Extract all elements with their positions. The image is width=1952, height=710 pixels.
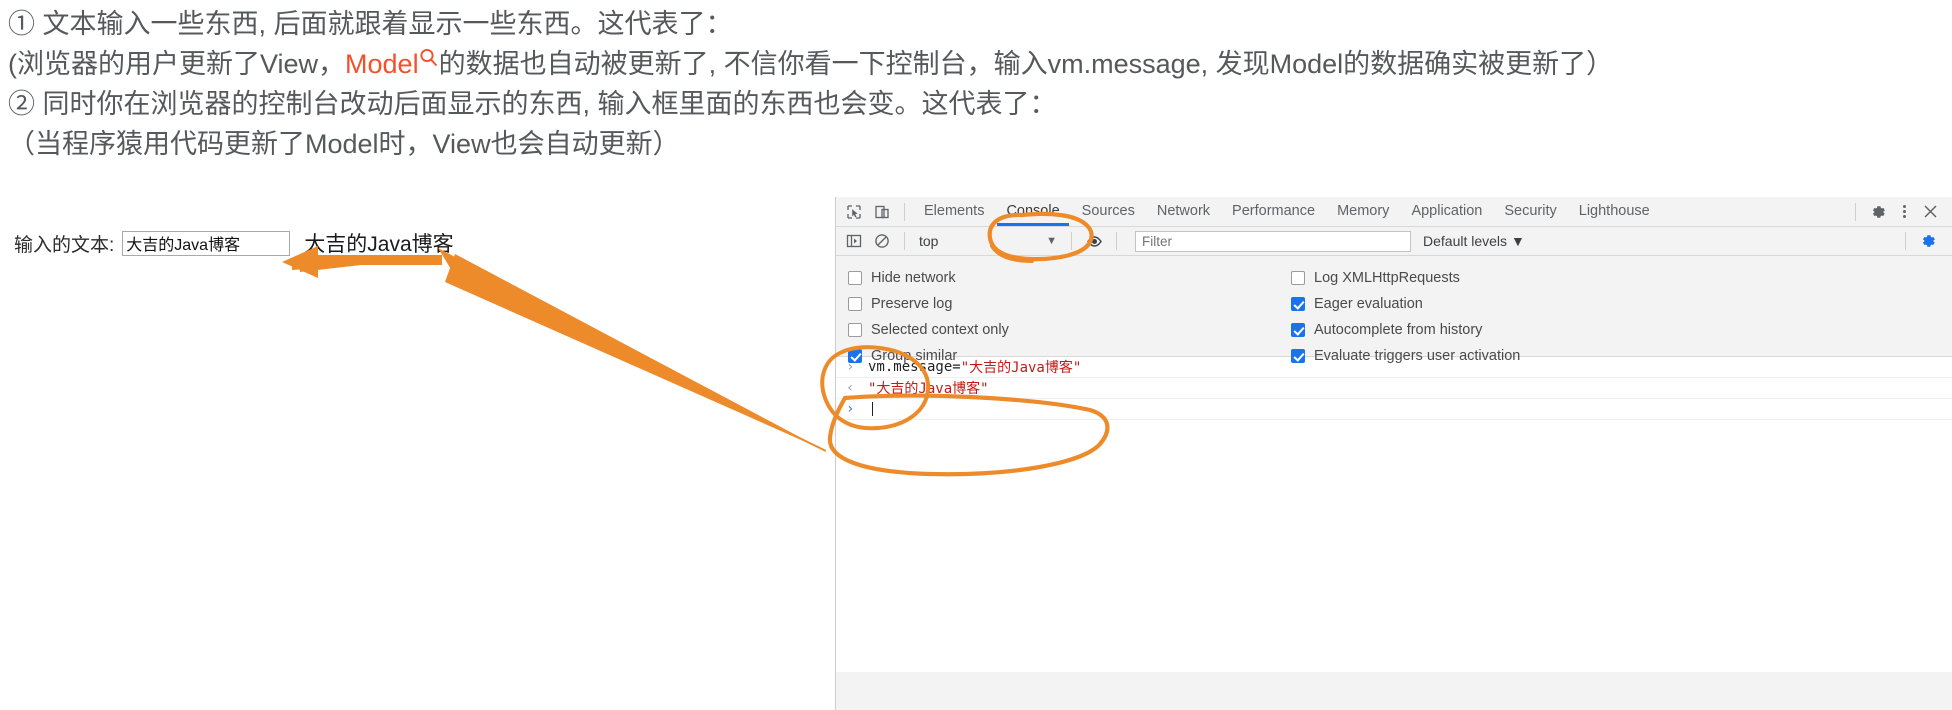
filterbar-divider-4 — [1905, 232, 1906, 250]
settings-gear-icon[interactable] — [1865, 200, 1891, 224]
chevron-down-icon: ▼ — [1510, 233, 1525, 249]
live-expression-icon[interactable] — [1081, 229, 1107, 253]
console-log-area[interactable]: › vm.message= "大吉的Java博客" ‹ "大吉的Java博客" … — [836, 357, 1952, 672]
setting-log-xmlhttprequests[interactable]: Log XMLHttpRequests — [1291, 265, 1520, 291]
chevron-down-icon: ▼ — [1046, 235, 1057, 247]
input-label: 输入的文本: — [14, 234, 115, 256]
search-icon — [419, 40, 439, 67]
inspect-element-icon[interactable] — [841, 200, 867, 224]
setting-label: Eager evaluation — [1314, 296, 1423, 312]
checkbox-autocomplete-from-history[interactable] — [1291, 323, 1305, 337]
setting-label: Autocomplete from history — [1314, 322, 1483, 338]
setting-label: Log XMLHttpRequests — [1314, 270, 1460, 286]
filterbar-divider-1 — [904, 232, 905, 250]
checkbox-log-xmlhttprequests[interactable] — [1291, 271, 1305, 285]
article-line-1: ① 文本输入一些东西, 后面就跟着显示一些东西。这代表了： — [8, 9, 733, 39]
toolbar-divider-right — [1855, 202, 1856, 221]
text-input[interactable] — [122, 230, 291, 256]
device-toolbar-icon[interactable] — [869, 200, 895, 224]
article-line-2-before: (浏览器的用户更新了View， — [8, 49, 346, 79]
execution-context-value: top — [919, 233, 939, 249]
filterbar-divider-2 — [1071, 232, 1072, 250]
setting-autocomplete-from-history[interactable]: Autocomplete from history — [1291, 317, 1520, 343]
clear-console-icon[interactable] — [869, 229, 895, 253]
checkbox-group-similar[interactable] — [848, 349, 862, 363]
demo-input-row: 输入的文本: 大吉的Java博客 — [14, 228, 454, 258]
console-output-line: ‹ "大吉的Java博客" — [836, 378, 1952, 399]
article-line-2: (浏览器的用户更新了View，Model 的数据也自动被更新了, 不信你看一下控制… — [0, 44, 1952, 84]
setting-label: Preserve log — [871, 296, 953, 312]
tab-lighthouse[interactable]: Lighthouse — [1568, 197, 1661, 226]
checkbox-evaluate-triggers-user-activation[interactable] — [1291, 349, 1305, 363]
tab-security[interactable]: Security — [1493, 197, 1567, 226]
model-highlight: Model — [345, 49, 419, 79]
tab-network[interactable]: Network — [1146, 197, 1221, 226]
console-settings-right-column: Log XMLHttpRequests Eager evaluation Aut… — [1291, 265, 1520, 369]
close-icon[interactable] — [1917, 200, 1943, 224]
article-line-3: ② 同时你在浏览器的控制台改动后面显示的东西, 输入框里面的东西也会变。这代表了… — [8, 89, 1057, 119]
setting-preserve-log[interactable]: Preserve log — [848, 291, 1009, 317]
log-levels-dropdown[interactable]: Default levels ▼ — [1423, 233, 1525, 249]
checkbox-preserve-log[interactable] — [848, 297, 862, 311]
console-sidebar-icon[interactable] — [841, 229, 867, 253]
setting-label: Hide network — [871, 270, 956, 286]
setting-group-similar[interactable]: Group similar — [848, 343, 1009, 369]
log-levels-label: Default levels — [1423, 233, 1508, 249]
setting-label: Selected context only — [871, 322, 1009, 338]
console-settings-left-column: Hide network Preserve log Selected conte… — [848, 265, 1009, 369]
filterbar-divider-3 — [1116, 232, 1117, 250]
setting-selected-context-only[interactable]: Selected context only — [848, 317, 1009, 343]
console-prompt-line[interactable]: › — [836, 399, 1952, 420]
setting-evaluate-triggers-user-activation[interactable]: Evaluate triggers user activation — [1291, 343, 1520, 369]
console-prompt-arrow-icon: › — [846, 401, 855, 417]
setting-hide-network[interactable]: Hide network — [848, 265, 1009, 291]
checkbox-selected-context-only[interactable] — [848, 323, 862, 337]
console-filter-toolbar: top ▼ Default levels ▼ — [836, 227, 1952, 256]
devtools-panel: Elements Console Sources Network Perform… — [835, 197, 1952, 710]
console-result-string: "大吉的Java博客" — [868, 381, 989, 397]
checkbox-eager-evaluation[interactable] — [1291, 297, 1305, 311]
more-options-icon[interactable] — [1893, 200, 1915, 224]
devtools-tabbar-actions — [1847, 200, 1952, 224]
tab-sources[interactable]: Sources — [1071, 197, 1146, 226]
article-text: ① 文本输入一些东西, 后面就跟着显示一些东西。这代表了： (浏览器的用户更新了… — [0, 0, 1952, 164]
console-settings-panel: Hide network Preserve log Selected conte… — [836, 256, 1952, 364]
tab-elements[interactable]: Elements — [913, 197, 995, 226]
console-settings-gear-icon[interactable] — [1915, 229, 1941, 253]
setting-label: Evaluate triggers user activation — [1314, 348, 1521, 364]
devtools-tabbar: Elements Console Sources Network Perform… — [836, 197, 1952, 227]
filterbar-actions — [1897, 229, 1952, 253]
tab-performance[interactable]: Performance — [1221, 197, 1326, 226]
execution-context-select[interactable]: top ▼ — [913, 233, 1063, 249]
checkbox-hide-network[interactable] — [848, 271, 862, 285]
console-text-caret — [872, 402, 873, 416]
tab-console[interactable]: Console — [995, 197, 1070, 226]
console-output-arrow-icon: ‹ — [846, 380, 855, 396]
tab-memory[interactable]: Memory — [1326, 197, 1400, 226]
article-line-4: （当程序猿用代码更新了Model时，View也会自动更新） — [8, 129, 680, 159]
filter-input[interactable] — [1135, 230, 1411, 252]
mirror-text-output: 大吉的Java博客 — [304, 233, 454, 256]
setting-eager-evaluation[interactable]: Eager evaluation — [1291, 291, 1520, 317]
setting-label: Group similar — [871, 348, 958, 364]
article-line-2-after: 的数据也自动被更新了, 不信你看一下控制台，输入vm.message, 发现Mo… — [438, 49, 1614, 79]
toolbar-divider — [904, 202, 905, 221]
tab-application[interactable]: Application — [1400, 197, 1493, 226]
